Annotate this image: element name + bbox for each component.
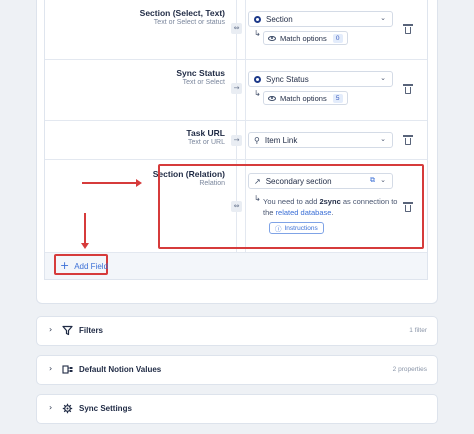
plus-icon: + <box>60 259 70 272</box>
section-default-notion-values[interactable]: › Default Notion Values 2 properties <box>36 355 438 385</box>
match-options-button[interactable]: Match options 5 <box>263 91 348 105</box>
branch-icon: ↳ <box>254 29 261 38</box>
highlight-arrow-right <box>82 179 142 187</box>
chevron-right-icon[interactable]: › <box>49 364 52 373</box>
section-title: Filters <box>79 326 104 335</box>
default-values-icon <box>62 365 73 374</box>
row-divider <box>45 120 427 121</box>
swap-direction-icon[interactable]: ⇔ <box>231 23 242 34</box>
mapping-row-section-select: Section (Select, Text) Text or Select or… <box>44 8 225 58</box>
mapping-row-sync-status: Sync Status Text or Select <box>44 68 225 108</box>
row-divider <box>45 59 427 60</box>
source-field-type: Text or URL <box>188 139 225 146</box>
delete-icon[interactable] <box>403 24 413 34</box>
eye-icon <box>268 35 276 41</box>
chevron-down-icon: ⌄ <box>380 74 386 82</box>
match-count-badge: 5 <box>332 93 343 103</box>
filter-icon <box>62 325 73 336</box>
target-property-label: Sync Status <box>266 74 309 84</box>
chevron-right-icon[interactable]: › <box>49 325 52 334</box>
add-field-label: Add Field <box>74 261 109 271</box>
source-field-type: Text or Select <box>182 79 225 86</box>
match-options-label: Match options <box>280 33 327 43</box>
select-dot-icon <box>254 15 261 23</box>
source-field-type: Text or Select or status <box>153 19 225 26</box>
target-property-select[interactable]: ⚲ Item Link ⌄ <box>248 132 393 148</box>
delete-icon[interactable] <box>403 135 413 145</box>
direction-arrow-icon[interactable]: → <box>231 135 242 146</box>
match-options-button[interactable]: Match options 0 <box>263 31 348 45</box>
section-meta: 1 filter <box>409 327 427 334</box>
chevron-down-icon: ⌄ <box>380 135 386 143</box>
settings-gear-icon <box>62 403 73 414</box>
mapping-row-task-url: Task URL Text or URL <box>44 128 225 158</box>
select-dot-icon <box>254 75 261 83</box>
target-property-select[interactable]: Section ⌄ <box>248 11 393 27</box>
row-divider <box>45 159 427 160</box>
section-title: Default Notion Values <box>79 365 162 374</box>
match-options-label: Match options <box>280 93 327 103</box>
branch-icon: ↳ <box>254 89 261 98</box>
section-filters[interactable]: › Filters 1 filter <box>36 316 438 346</box>
add-field-button[interactable]: + Add Field <box>60 259 109 272</box>
target-property-select[interactable]: Sync Status ⌄ <box>248 71 393 87</box>
chevron-right-icon[interactable]: › <box>49 403 52 412</box>
chevron-down-icon: ⌄ <box>380 14 386 22</box>
highlight-box-relation-row <box>158 164 424 249</box>
target-property-label: Section <box>266 14 293 24</box>
section-meta: 2 properties <box>392 366 427 373</box>
eye-icon <box>268 95 276 101</box>
match-count-badge: 0 <box>332 33 343 43</box>
target-property-label: Item Link <box>264 135 298 145</box>
direction-arrow-icon[interactable]: → <box>231 83 242 94</box>
delete-icon[interactable] <box>403 84 413 94</box>
source-field-title: Task URL <box>186 128 225 138</box>
link-icon: ⚲ <box>254 135 260 145</box>
highlight-arrow-down <box>81 213 89 249</box>
section-title: Sync Settings <box>79 404 132 413</box>
section-sync-settings[interactable]: › Sync Settings <box>36 394 438 424</box>
source-field-title: Sync Status <box>176 68 225 78</box>
source-field-title: Section (Select, Text) <box>139 8 225 18</box>
